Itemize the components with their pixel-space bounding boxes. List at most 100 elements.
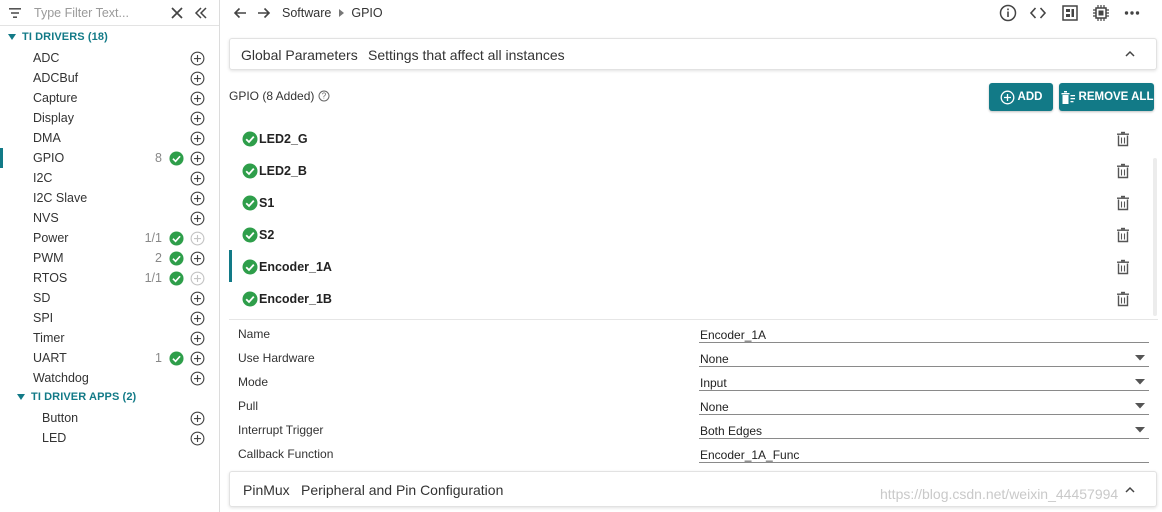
forward-arrow-icon[interactable] [256, 5, 272, 21]
add-button[interactable]: ADD [989, 83, 1053, 111]
more-options-icon[interactable] [1123, 4, 1141, 22]
property-select[interactable]: Both Edges [699, 418, 1149, 439]
property-text-field[interactable]: Encoder_1A [699, 322, 1149, 343]
add-instance-icon[interactable] [190, 231, 205, 246]
app-root: TI DRIVERS (18) ADC ADCBuf Capture Display D… [0, 0, 1162, 512]
code-view-icon[interactable] [1029, 4, 1047, 22]
sidebar-item-display[interactable]: Display [0, 108, 219, 128]
global-parameters-panel[interactable]: Global Parameters Settings that affect a… [229, 38, 1157, 70]
sidebar-item-gpio[interactable]: GPIO 8 [0, 148, 219, 168]
property-text-field[interactable]: Encoder_1A_Func [699, 442, 1149, 463]
trash-icon[interactable] [1116, 259, 1130, 275]
add-instance-icon[interactable] [190, 251, 205, 266]
instance-row[interactable]: S2 [229, 218, 1158, 250]
add-instance-icon[interactable] [190, 171, 205, 186]
instance-row[interactable]: Encoder_1A [229, 250, 1158, 282]
add-instance-icon[interactable] [190, 271, 205, 286]
sidebar-item-timer[interactable]: Timer [0, 328, 219, 348]
dropdown-arrow-icon [1135, 403, 1145, 409]
trash-icon[interactable] [1116, 195, 1130, 211]
filter-icon[interactable] [8, 6, 22, 20]
remove-all-button[interactable]: REMOVE ALL [1059, 83, 1154, 111]
add-instance-icon[interactable] [190, 51, 205, 66]
sidebar-item-capture[interactable]: Capture [0, 88, 219, 108]
property-value: None [700, 352, 729, 366]
sidebar-item-watchdog[interactable]: Watchdog [0, 368, 219, 388]
sidebar-item-label: LED [42, 431, 67, 445]
chevron-up-icon[interactable] [1124, 48, 1136, 60]
sidebar-item-label: PWM [33, 251, 64, 265]
breadcrumb-gpio[interactable]: GPIO [351, 6, 382, 20]
add-instance-icon[interactable] [190, 131, 205, 146]
instance-row[interactable]: LED2_G [229, 122, 1158, 154]
breadcrumb-software[interactable]: Software [282, 6, 331, 20]
dropdown-arrow-icon [1135, 355, 1145, 361]
add-instance-icon[interactable] [190, 71, 205, 86]
clear-filter-icon[interactable] [169, 5, 185, 21]
tree-group-ti-drivers[interactable]: TI DRIVERS (18) [8, 27, 108, 47]
add-instance-icon[interactable] [190, 211, 205, 226]
back-arrow-icon[interactable] [232, 5, 248, 21]
property-select[interactable]: Input [699, 370, 1149, 391]
property-label: Mode [238, 375, 269, 389]
sidebar-item-adc[interactable]: ADC [0, 48, 219, 68]
sidebar-item-i2c-slave[interactable]: I2C Slave [0, 188, 219, 208]
add-instance-icon[interactable] [190, 291, 205, 306]
trash-icon[interactable] [1116, 227, 1130, 243]
help-icon[interactable]: ? [318, 90, 330, 102]
add-instance-icon[interactable] [190, 191, 205, 206]
add-button-label: ADD [1017, 91, 1043, 103]
add-instance-icon[interactable] [190, 351, 205, 366]
sidebar-item-dma[interactable]: DMA [0, 128, 219, 148]
add-instance-icon[interactable] [190, 371, 205, 386]
sidebar-item-power[interactable]: Power 1/1 [0, 228, 219, 248]
valid-check-icon [242, 131, 258, 147]
sidebar-item-i2c[interactable]: I2C [0, 168, 219, 188]
add-instance-icon[interactable] [190, 111, 205, 126]
instance-list-scrollbar[interactable] [1153, 158, 1157, 316]
property-label: Pull [238, 399, 259, 413]
property-select[interactable]: None [699, 394, 1149, 415]
panel-description: Settings that affect all instances [368, 47, 565, 63]
sidebar-item-pwm[interactable]: PWM 2 [0, 248, 219, 268]
chevron-up-icon[interactable] [1124, 484, 1136, 496]
trash-icon[interactable] [1116, 291, 1130, 307]
sidebar-item-label: SD [33, 291, 51, 305]
instance-row[interactable]: Encoder_1B [229, 282, 1158, 314]
configured-check-icon [169, 271, 184, 286]
sidebar-item-button[interactable]: Button [0, 408, 219, 428]
instance-name: Encoder_1A [259, 260, 332, 274]
top-bar: Software GPIO [221, 0, 1162, 27]
add-instance-icon[interactable] [190, 151, 205, 166]
configured-check-icon [169, 351, 184, 366]
collapse-sidebar-icon[interactable] [193, 5, 209, 21]
delete-all-icon [1061, 90, 1075, 104]
tree-group-ti-driver-apps[interactable]: TI DRIVER APPS (2) [17, 387, 136, 407]
sidebar-item-sd[interactable]: SD [0, 288, 219, 308]
trash-icon[interactable] [1116, 163, 1130, 179]
sidebar-item-spi[interactable]: SPI [0, 308, 219, 328]
info-icon[interactable] [999, 4, 1017, 22]
add-instance-icon[interactable] [190, 411, 205, 426]
property-value: Encoder_1A [700, 328, 767, 342]
add-instance-icon[interactable] [190, 431, 205, 446]
configured-check-icon [169, 251, 184, 266]
instance-row[interactable]: LED2_B [229, 154, 1158, 186]
property-select[interactable]: None [699, 346, 1149, 367]
board-view-icon[interactable] [1061, 4, 1079, 22]
instance-row[interactable]: S1 [229, 186, 1158, 218]
chip-icon[interactable] [1092, 4, 1110, 22]
sidebar-item-adcbuf[interactable]: ADCBuf [0, 68, 219, 88]
filter-input[interactable] [34, 4, 154, 22]
sidebar-item-rtos[interactable]: RTOS 1/1 [0, 268, 219, 288]
trash-icon[interactable] [1116, 131, 1130, 147]
sidebar-item-uart[interactable]: UART 1 [0, 348, 219, 368]
sidebar-item-led[interactable]: LED [0, 428, 219, 448]
add-instance-icon[interactable] [190, 311, 205, 326]
sidebar-item-nvs[interactable]: NVS [0, 208, 219, 228]
dropdown-arrow-icon [1135, 379, 1145, 385]
add-instance-icon[interactable] [190, 331, 205, 346]
sidebar-item-label: Display [33, 111, 74, 125]
selection-indicator [0, 148, 3, 168]
add-instance-icon[interactable] [190, 91, 205, 106]
